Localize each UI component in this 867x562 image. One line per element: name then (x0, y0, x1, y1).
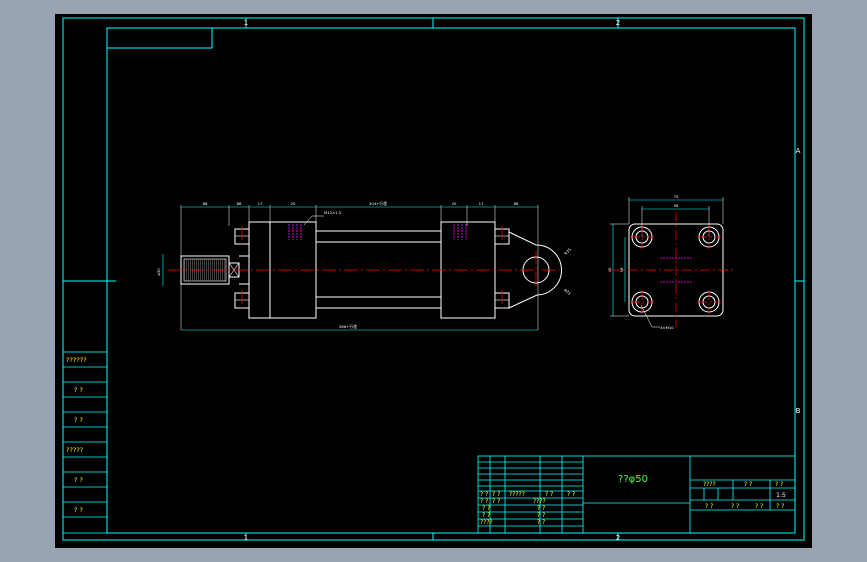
zone-label-bottom-2: 2 (616, 534, 620, 542)
title-block-cell: ? ? (537, 512, 545, 519)
cad-drawing-sheet[interactable]: 1 2 1 2 A B ?????? ? ? ? ? ????? ? ? ? ? (0, 0, 867, 562)
title-block-cell: ? ? (705, 503, 713, 510)
zone-label-right-a: A (796, 147, 801, 155)
side-dim-bolt-spacing: 58 (674, 203, 679, 208)
front-dim-label: 88 (237, 201, 242, 206)
title-block-cell: ? ? (744, 481, 752, 488)
title-block-cell: ? ? (482, 505, 490, 512)
front-dim-overall-length: 566+行程 (339, 324, 357, 329)
side-table-cell: ? ? (74, 416, 83, 424)
front-dim-label: 17 (479, 201, 484, 206)
title-block-cell: ? ? (731, 503, 739, 510)
side-note-bolts: 4×M10 (660, 325, 674, 330)
front-dim-label: 88 (203, 201, 208, 206)
side-table-cell: ????? (66, 446, 83, 454)
title-block-cell: ? ? (545, 491, 553, 498)
title-block-cell: ? ? (755, 503, 763, 510)
front-dim-label: 20 (291, 201, 296, 206)
title-block-cell: ? ? (480, 491, 488, 498)
drawing-title: ??φ50 (618, 474, 648, 485)
title-block-cell: ? ? (537, 505, 545, 512)
title-block-cell: ???? (533, 498, 546, 505)
front-dim-label: 20 (452, 201, 457, 206)
title-block-cell: ? ? (492, 498, 500, 505)
title-block-cell: ? ? (567, 491, 575, 498)
front-dim-rod-diameter: φ30 (156, 268, 161, 276)
side-table-cell: ?????? (66, 356, 87, 364)
drawing-scale: 1:5 (776, 492, 786, 499)
title-block-cell: ? ? (482, 512, 490, 519)
title-block-cell: ????? (509, 491, 525, 498)
drawing-canvas (55, 14, 812, 548)
front-dim-label: 17 (258, 201, 263, 206)
side-table-cell: ? ? (74, 386, 83, 394)
front-note-port-thread: M12×1.5 (324, 210, 342, 215)
side-table-cell: ? ? (74, 476, 83, 484)
zone-label-top-1: 1 (244, 19, 248, 27)
front-dim-label: 88 (514, 201, 519, 206)
title-block-cell: ? ? (776, 503, 784, 510)
title-block-cell: ???? (703, 481, 716, 488)
zone-label-right-b: B (796, 407, 801, 415)
zone-label-bottom-1: 1 (244, 534, 248, 542)
title-block-cell: ? ? (480, 498, 488, 505)
zone-label-top-2: 2 (616, 19, 620, 27)
title-block-cell: ? ? (492, 491, 500, 498)
front-dim-label: 304+行程 (369, 201, 387, 206)
side-table-cell: ? ? (74, 506, 83, 514)
title-block-cell: ? ? (775, 481, 783, 488)
title-block-cell: ? ? (537, 519, 545, 526)
title-block-cell: ???? (480, 519, 493, 526)
side-dim-width: 75 (674, 194, 679, 199)
